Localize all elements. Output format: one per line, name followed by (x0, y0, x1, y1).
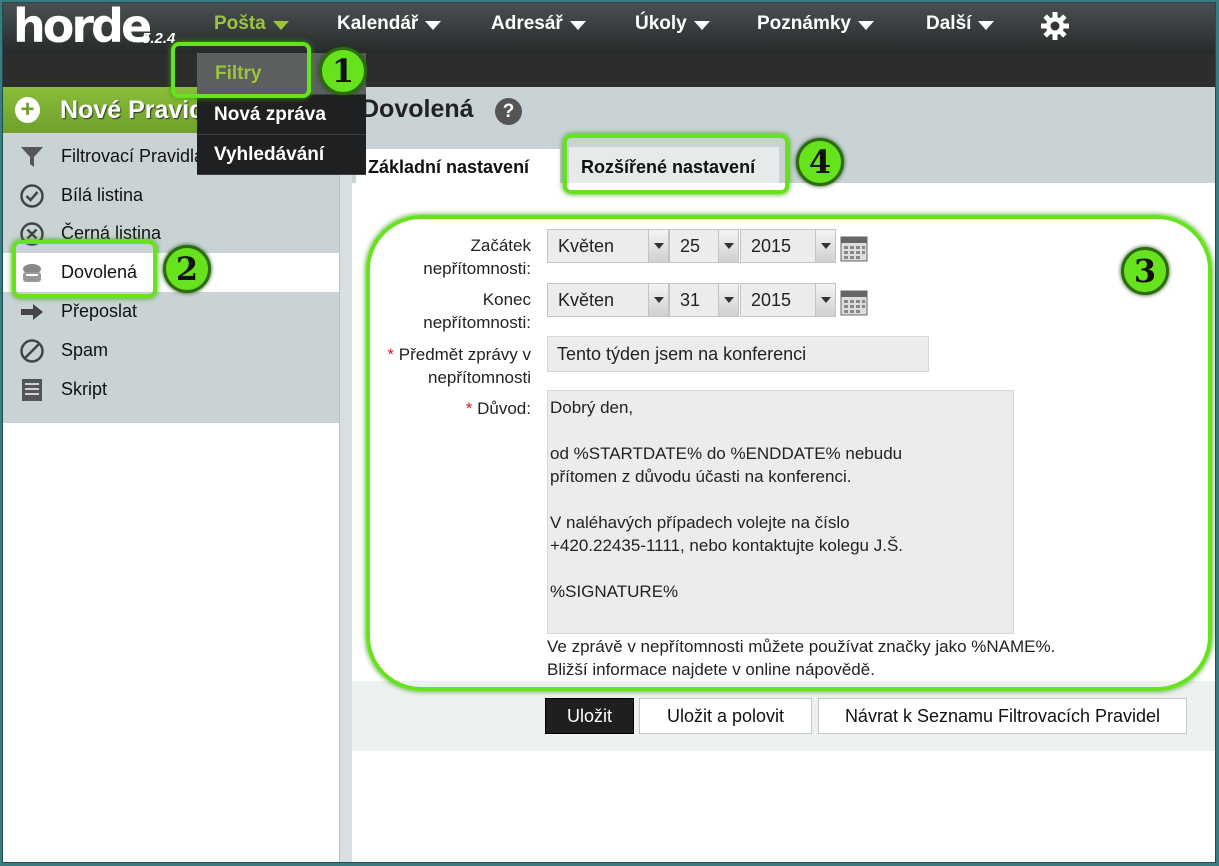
sidebar-empty-area (3, 423, 339, 862)
nav-label: Další (926, 13, 972, 34)
funnel-icon (21, 146, 43, 167)
nav-kalendar[interactable]: Kalendář (337, 13, 442, 35)
help-icon[interactable]: ? (495, 98, 522, 125)
sidebar-item-label: Spam (61, 340, 109, 360)
save-button[interactable]: Uložit (545, 698, 634, 734)
callout-badge-1: 1 (319, 47, 367, 95)
nav-label: Kalendář (337, 13, 419, 34)
highlight-box-form (366, 215, 1212, 691)
chevron-down-icon (978, 21, 995, 30)
nav-dalsi[interactable]: Další (926, 13, 995, 35)
sidebar-item-spam[interactable]: Spam (3, 331, 339, 370)
chevron-down-icon (693, 21, 710, 30)
chevron-down-icon (857, 21, 874, 30)
nav-label: Úkoly (635, 13, 687, 34)
nav-posta[interactable]: Pošta (214, 13, 289, 35)
chevron-down-icon (425, 21, 442, 30)
horde-logo[interactable]: horde (13, 3, 152, 49)
back-to-rules-button[interactable]: Návrat k Seznamu Filtrovacích Pravidel (818, 698, 1187, 734)
sidebar-item-label: Přeposlat (61, 301, 138, 321)
version-label: 5.2.4 (142, 30, 176, 47)
nav-ukoly[interactable]: Úkoly (635, 13, 710, 35)
page-header (352, 87, 1215, 135)
script-icon (22, 378, 42, 401)
tab-zakladni-nastaveni[interactable]: Základní nastavení (356, 149, 560, 185)
sidebar-item-label: Bílá listina (61, 185, 144, 205)
sidebar-item-label: Filtrovací Pravidla (61, 146, 205, 166)
save-and-enable-button[interactable]: Uložit a polovit (639, 698, 812, 734)
nav-adresar[interactable]: Adresář (491, 13, 586, 35)
page-title: Dovolená (361, 95, 474, 123)
menu-item-nova-zprava[interactable]: Nová zpráva (197, 95, 366, 135)
sidebar-item-label: Skript (61, 379, 108, 399)
sidebar-splitter[interactable] (339, 87, 352, 862)
arrow-right-icon (21, 303, 43, 320)
nav-poznamky[interactable]: Poznámky (757, 13, 874, 35)
highlight-box-dovolena (12, 240, 157, 298)
callout-badge-4: 4 (796, 138, 844, 186)
sidebar-item-skript[interactable]: Skript (3, 370, 339, 409)
nav-label: Poznámky (757, 13, 851, 34)
chevron-down-icon (272, 21, 289, 30)
highlight-box-advanced-tab (563, 134, 789, 194)
highlight-box-filtry (171, 42, 311, 98)
callout-badge-3: 3 (1121, 247, 1169, 295)
chevron-down-icon (569, 21, 586, 30)
gear-icon[interactable] (1040, 11, 1070, 41)
app-window: horde 5.2.4 Pošta Kalendář Adresář Úkoly… (3, 3, 1215, 862)
callout-badge-2: 2 (163, 245, 211, 293)
plus-icon: + (15, 97, 41, 123)
check-circle-icon (20, 183, 44, 208)
no-entry-icon (20, 338, 44, 363)
menu-item-vyhledavani[interactable]: Vyhledávání (197, 135, 366, 175)
nav-label: Pošta (214, 13, 266, 34)
nav-label: Adresář (491, 13, 563, 34)
sidebar-item-bila-listina[interactable]: Bílá listina (3, 176, 339, 215)
